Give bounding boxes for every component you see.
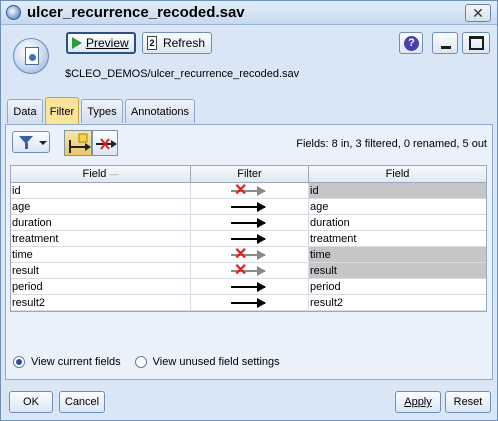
dialog-header: Preview 2 Refresh ? $CLEO_DEMOS/ulcer_re… bbox=[1, 26, 497, 96]
column-header-filter[interactable]: Filter bbox=[191, 166, 309, 182]
play-icon bbox=[72, 37, 82, 49]
apply-button[interactable]: Apply bbox=[395, 391, 441, 413]
view-unused-label[interactable]: View unused field settings bbox=[153, 356, 280, 368]
input-field-name: id bbox=[11, 183, 191, 198]
funnel-stem bbox=[25, 143, 28, 149]
filter-toggle-button[interactable] bbox=[92, 130, 118, 156]
pass-arrow-icon bbox=[231, 234, 266, 244]
table-row[interactable]: result ✕ result bbox=[11, 263, 486, 279]
dialog-window: ulcer_recurrence_recoded.sav ✕ Preview 2… bbox=[0, 0, 498, 421]
input-field-name: time bbox=[11, 247, 191, 262]
refresh-button[interactable]: 2 Refresh bbox=[142, 32, 212, 54]
output-field-name[interactable]: duration bbox=[309, 215, 486, 230]
statistics-file-icon bbox=[13, 38, 49, 74]
filtered-x-icon: ✕ bbox=[234, 247, 248, 262]
filter-toggle-cell[interactable] bbox=[191, 279, 309, 294]
filter-panel: Fields: 8 in, 3 filtered, 0 renamed, 5 o… bbox=[5, 124, 493, 380]
filtered-x-icon: ✕ bbox=[234, 183, 248, 198]
filter-toggle-cell[interactable]: ✕ bbox=[191, 183, 309, 198]
input-field-name: result2 bbox=[11, 295, 191, 310]
view-current-label[interactable]: View current fields bbox=[31, 356, 121, 368]
document-icon bbox=[25, 47, 39, 65]
filter-toggle-cell[interactable]: ✕ bbox=[191, 263, 309, 278]
view-current-radio[interactable] bbox=[13, 356, 25, 368]
filter-toggle-icon bbox=[96, 138, 117, 150]
view-unused-radio[interactable] bbox=[134, 356, 147, 368]
table-row[interactable]: result2 result2 bbox=[11, 295, 486, 311]
file-dot-icon bbox=[29, 54, 36, 61]
input-field-name: duration bbox=[11, 215, 191, 230]
table-row[interactable]: treatment treatment bbox=[11, 231, 486, 247]
filtered-x-icon: ✕ bbox=[234, 263, 248, 278]
reset-button[interactable]: Reset bbox=[445, 391, 491, 413]
table-header: Field — Filter Field bbox=[11, 166, 486, 183]
rename-tool-icon bbox=[69, 133, 91, 153]
preview-label: Preview bbox=[86, 36, 129, 50]
input-field-name: result bbox=[11, 263, 191, 278]
output-field-name[interactable]: age bbox=[309, 199, 486, 214]
table-body: id ✕ id age age duration duration treatment trea… bbox=[11, 183, 486, 311]
table-row[interactable]: age age bbox=[11, 199, 486, 215]
file-path: $CLEO_DEMOS/ulcer_recurrence_recoded.sav bbox=[65, 68, 300, 80]
table-row[interactable]: period period bbox=[11, 279, 486, 295]
refresh-icon: 2 bbox=[147, 36, 157, 50]
minimize-icon bbox=[441, 46, 451, 49]
tab-annotations[interactable]: Annotations bbox=[125, 99, 195, 123]
maximize-icon bbox=[469, 36, 484, 50]
fields-summary: Fields: 8 in, 3 filtered, 0 renamed, 5 o… bbox=[296, 138, 487, 150]
column-header-field[interactable]: Field — bbox=[11, 166, 191, 182]
input-field-name: period bbox=[11, 279, 191, 294]
pass-arrow-icon bbox=[231, 218, 266, 228]
table-row[interactable]: id ✕ id bbox=[11, 183, 486, 199]
window-title: ulcer_recurrence_recoded.sav bbox=[27, 4, 245, 21]
preview-button[interactable]: Preview bbox=[66, 32, 136, 54]
cancel-button[interactable]: Cancel bbox=[59, 391, 105, 413]
filter-toggle-cell[interactable] bbox=[191, 295, 309, 310]
filter-toggle-cell[interactable] bbox=[191, 215, 309, 230]
output-field-name[interactable]: treatment bbox=[309, 231, 486, 246]
tab-filter[interactable]: Filter bbox=[45, 97, 79, 124]
title-bar[interactable]: ulcer_recurrence_recoded.sav ✕ bbox=[1, 1, 497, 25]
minimize-button[interactable] bbox=[432, 32, 458, 54]
output-field-name[interactable]: id bbox=[309, 183, 486, 198]
output-field-name[interactable]: period bbox=[309, 279, 486, 294]
view-options: View current fields View unused field se… bbox=[13, 356, 294, 368]
table-row[interactable]: time ✕ time bbox=[11, 247, 486, 263]
chevron-down-icon bbox=[39, 141, 47, 145]
input-field-name: treatment bbox=[11, 231, 191, 246]
column-header-label: Field bbox=[82, 168, 107, 180]
output-field-name[interactable]: result bbox=[309, 263, 486, 278]
filter-toggle-cell[interactable]: ✕ bbox=[191, 247, 309, 262]
stream-node-icon bbox=[6, 5, 21, 20]
output-field-name[interactable]: result2 bbox=[309, 295, 486, 310]
rename-tool-button[interactable] bbox=[64, 130, 92, 156]
help-button[interactable]: ? bbox=[399, 32, 423, 54]
filter-toggle-cell[interactable] bbox=[191, 199, 309, 214]
close-button[interactable]: ✕ bbox=[465, 4, 491, 22]
ok-button[interactable]: OK bbox=[9, 391, 53, 413]
tab-data[interactable]: Data bbox=[7, 99, 43, 123]
pass-arrow-icon bbox=[231, 282, 266, 292]
help-icon: ? bbox=[404, 36, 419, 51]
sort-indicator-icon: — bbox=[109, 169, 119, 179]
column-header-output-field[interactable]: Field bbox=[309, 166, 486, 182]
field-table: Field — Filter Field id ✕ id age age duration… bbox=[10, 165, 487, 312]
filter-options-menu[interactable] bbox=[12, 131, 50, 153]
maximize-button[interactable] bbox=[462, 32, 490, 54]
tab-types[interactable]: Types bbox=[81, 99, 123, 123]
pass-arrow-icon bbox=[231, 298, 266, 308]
input-field-name: age bbox=[11, 199, 191, 214]
pass-arrow-icon bbox=[231, 202, 266, 212]
output-field-name[interactable]: time bbox=[309, 247, 486, 262]
table-row[interactable]: duration duration bbox=[11, 215, 486, 231]
filter-toggle-cell[interactable] bbox=[191, 231, 309, 246]
refresh-label: Refresh bbox=[162, 36, 205, 50]
